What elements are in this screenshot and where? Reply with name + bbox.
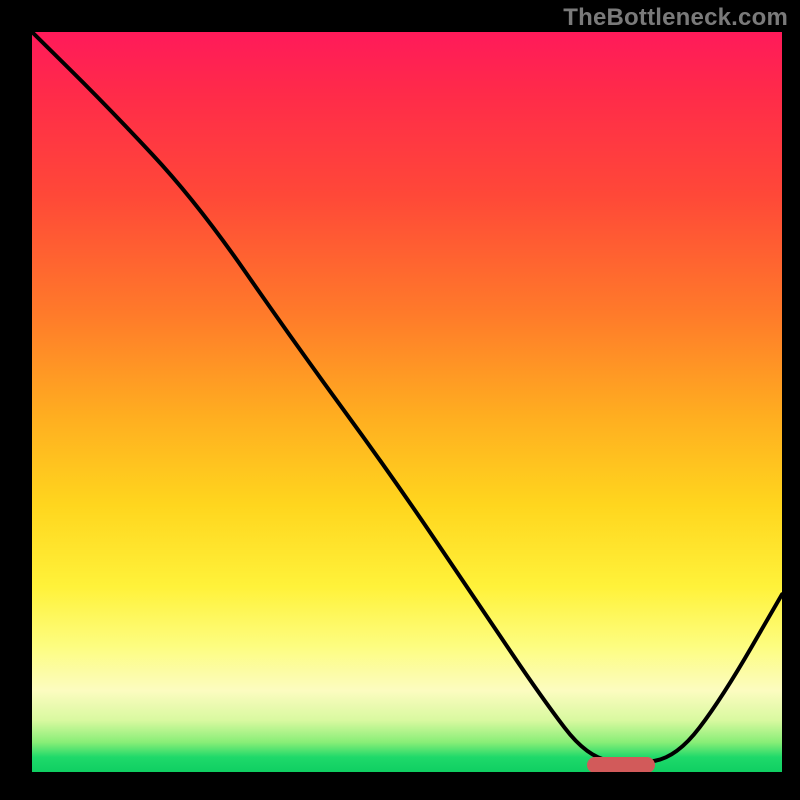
bottleneck-curve bbox=[32, 32, 782, 772]
chart-container: TheBottleneck.com bbox=[0, 0, 800, 800]
optimal-range-marker bbox=[587, 757, 655, 773]
watermark-text: TheBottleneck.com bbox=[563, 4, 788, 32]
